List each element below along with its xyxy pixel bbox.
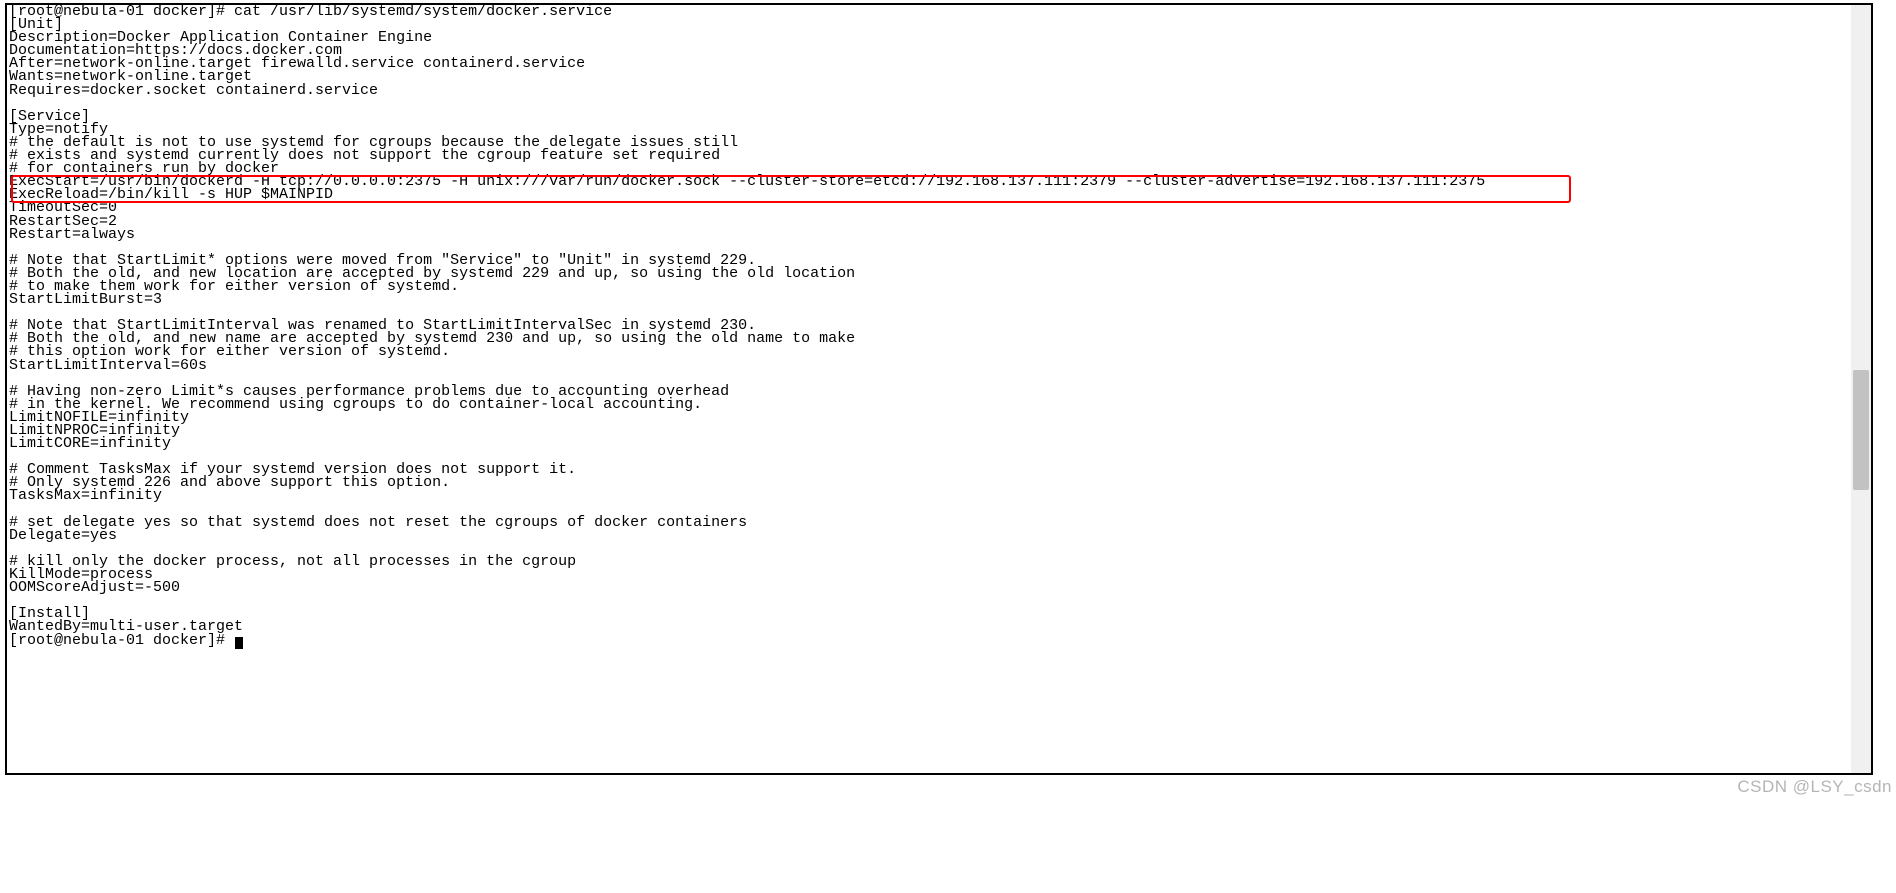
file-line-39: Delegate=yes [9, 529, 1847, 542]
file-line-26: StartLimitInterval=60s [9, 359, 1847, 372]
file-line-29: # in the kernel. We recommend using cgro… [9, 398, 1847, 411]
file-line-7: [Service] [9, 110, 1847, 123]
file-line-36: TasksMax=infinity [9, 489, 1847, 502]
file-line-5: Requires=docker.socket containerd.servic… [9, 84, 1847, 97]
scrollbar-track[interactable] [1851, 5, 1871, 773]
file-line-14: TimeoutSec=0 [9, 201, 1847, 214]
file-line-15: RestartSec=2 [9, 215, 1847, 228]
file-line-10: # exists and systemd currently does not … [9, 149, 1847, 162]
file-line-41: # kill only the docker process, not all … [9, 555, 1847, 568]
file-line-3: After=network-online.target firewalld.se… [9, 57, 1847, 70]
file-line-13: ExecReload=/bin/kill -s HUP $MAINPID [9, 188, 1847, 201]
file-line-42: KillMode=process [9, 568, 1847, 581]
cursor-icon [235, 637, 243, 649]
file-line-38: # set delegate yes so that systemd does … [9, 516, 1847, 529]
file-line-25: # this option work for either version of… [9, 345, 1847, 358]
file-line-44 [9, 594, 1847, 607]
file-line-30: LimitNOFILE=infinity [9, 411, 1847, 424]
prompt-line: [root@nebula-01 docker]# cat /usr/lib/sy… [9, 5, 1847, 18]
file-line-21: StartLimitBurst=3 [9, 293, 1847, 306]
file-line-45: [Install] [9, 607, 1847, 620]
file-line-31: LimitNPROC=infinity [9, 424, 1847, 437]
file-line-35: # Only systemd 226 and above support thi… [9, 476, 1847, 489]
scrollbar-thumb[interactable] [1853, 370, 1869, 490]
terminal-window: [root@nebula-01 docker]# cat /usr/lib/sy… [5, 3, 1873, 775]
file-line-20: # to make them work for either version o… [9, 280, 1847, 293]
file-line-43: OOMScoreAdjust=-500 [9, 581, 1847, 594]
prompt-line[interactable]: [root@nebula-01 docker]# [9, 634, 1847, 647]
file-line-6 [9, 97, 1847, 110]
watermark: CSDN @LSY_csdn [1737, 778, 1892, 795]
file-line-32: LimitCORE=infinity [9, 437, 1847, 450]
file-line-16: Restart=always [9, 228, 1847, 241]
terminal-output[interactable]: [root@nebula-01 docker]# cat /usr/lib/sy… [9, 5, 1847, 647]
file-line-46: WantedBy=multi-user.target [9, 620, 1847, 633]
